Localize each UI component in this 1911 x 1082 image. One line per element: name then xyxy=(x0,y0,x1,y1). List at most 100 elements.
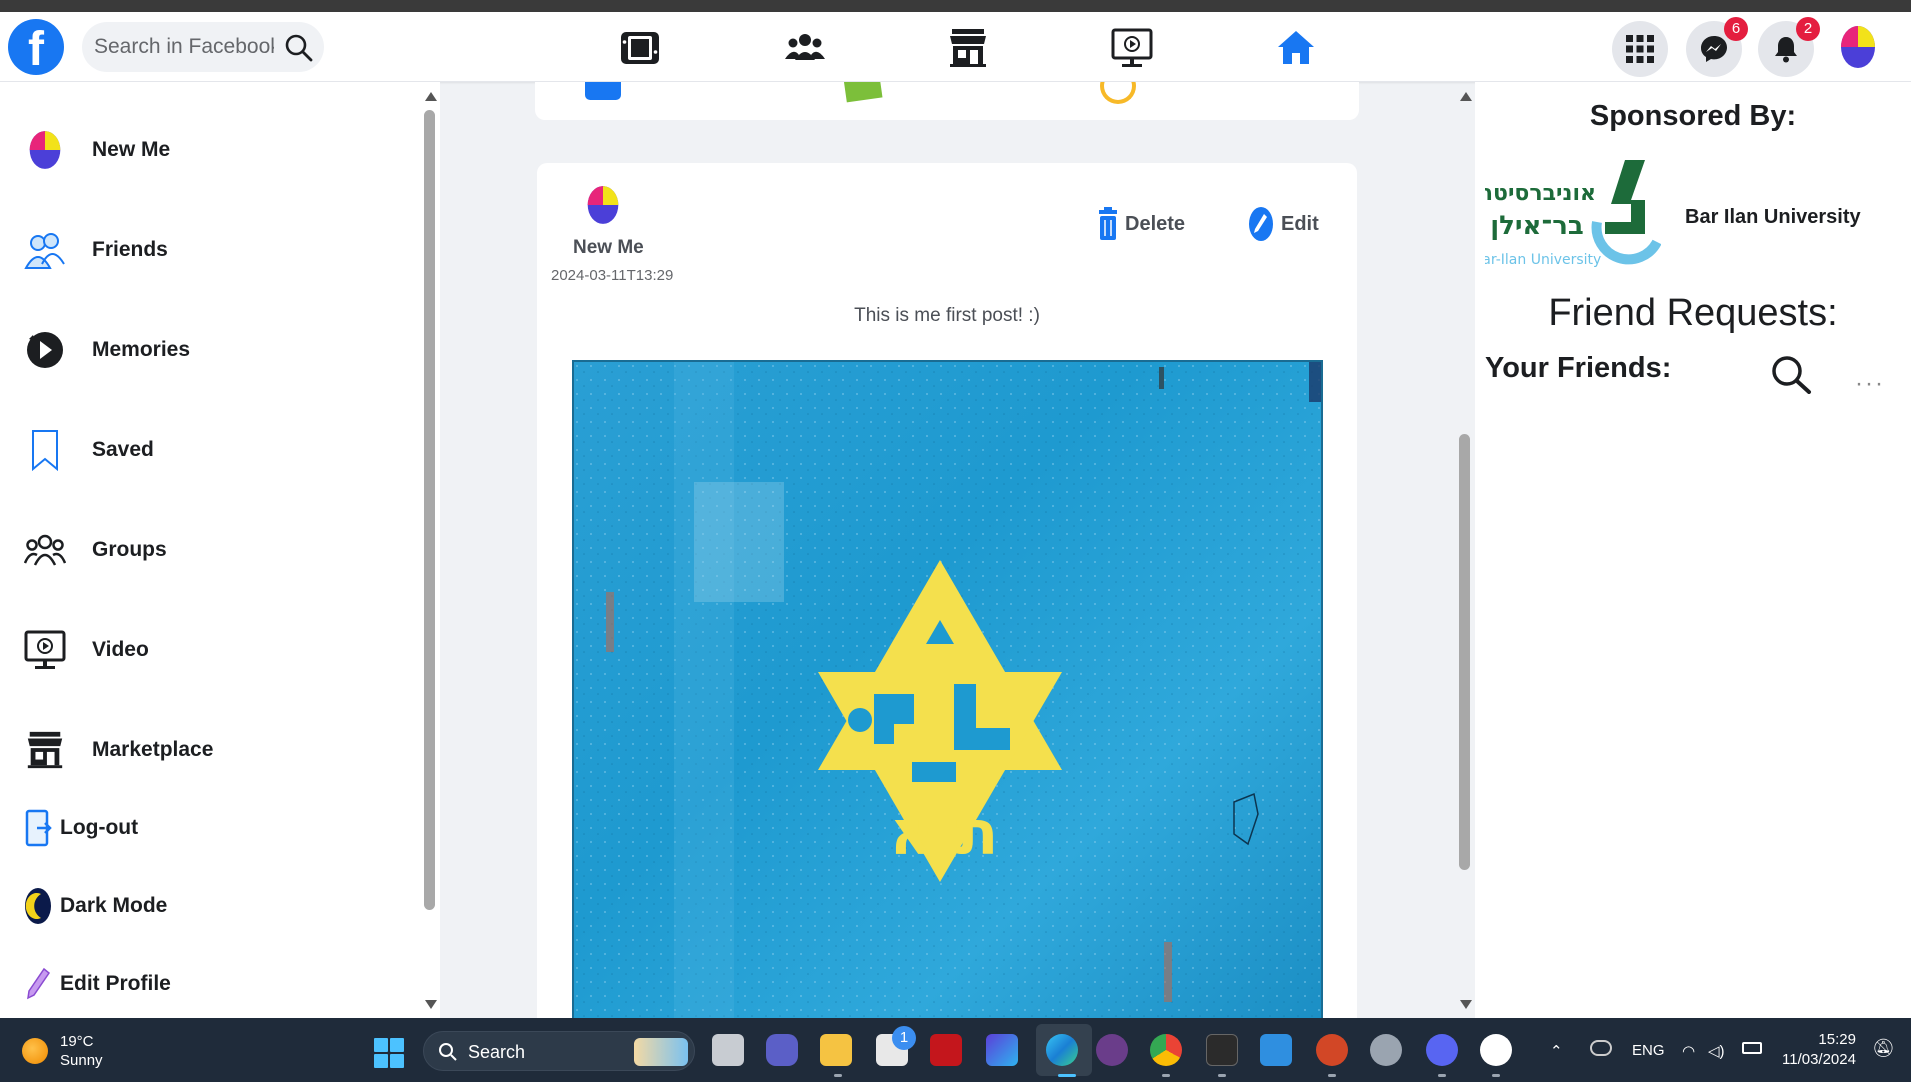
more-options-icon[interactable]: ··· xyxy=(1855,370,1885,398)
logout-icon xyxy=(25,809,52,847)
notification-bell-icon[interactable]: 🔕︎ xyxy=(1872,1038,1895,1059)
sponsor-name[interactable]: Bar Ilan University xyxy=(1685,206,1861,229)
running-indicator xyxy=(1218,1074,1226,1077)
video-icon xyxy=(24,630,66,669)
edit-pencil-icon xyxy=(1249,207,1273,241)
sponsored-title: Sponsored By: xyxy=(1589,100,1797,132)
sun-icon xyxy=(22,1038,48,1064)
friends-search-icon[interactable] xyxy=(1769,354,1813,394)
scroll-up-arrow-icon[interactable] xyxy=(425,92,437,101)
scroll-down-arrow-icon[interactable] xyxy=(425,1000,437,1009)
menu-button[interactable] xyxy=(1612,21,1668,77)
bar-ilan-logo: אוניברסיטת בר־אילן Bar-Ilan University xyxy=(1473,160,1662,268)
sidebar-item-label: New Me xyxy=(92,138,171,161)
edge-icon[interactable] xyxy=(1046,1034,1078,1066)
volume-icon[interactable]: ◁) xyxy=(1708,1042,1725,1060)
search-highlight-image xyxy=(634,1038,688,1066)
sidebar-scrollbar[interactable] xyxy=(420,82,440,1018)
sidebar-item-logout[interactable]: Log-out xyxy=(20,798,138,858)
post-author-name[interactable]: New Me xyxy=(573,237,644,259)
feed-scroll-down-arrow-icon[interactable] xyxy=(1460,1000,1472,1009)
sidebar-item-edit-profile[interactable]: Edit Profile xyxy=(20,954,171,1014)
post-text: This is me first post! :) xyxy=(854,305,1040,326)
bell-icon xyxy=(1775,37,1797,63)
sponsor-logo[interactable]: אוניברסיטת בר־אילן Bar-Ilan University xyxy=(1473,152,1662,276)
settings-gear-icon[interactable] xyxy=(1370,1034,1402,1066)
cloud-offline-icon[interactable] xyxy=(1590,1040,1612,1056)
notifications-button[interactable]: 2 xyxy=(1758,17,1820,77)
copilot-icon[interactable] xyxy=(986,1034,1018,1066)
svg-text:Bar-Ilan University: Bar-Ilan University xyxy=(1485,252,1601,268)
running-indicator xyxy=(1438,1074,1446,1077)
sidebar-item-label: Friends xyxy=(92,238,168,261)
delete-button[interactable]: Delete xyxy=(1097,205,1185,243)
sidebar-item-saved[interactable]: Saved xyxy=(20,420,154,480)
your-friends-title: Your Friends: xyxy=(1485,352,1672,384)
weather-widget[interactable]: 19°C Sunny xyxy=(22,1032,103,1070)
profile-avatar[interactable] xyxy=(1838,22,1878,72)
sidebar-item-profile[interactable]: New Me xyxy=(20,120,170,180)
user-avatar xyxy=(29,131,61,169)
post-image[interactable]: ת א xyxy=(572,360,1323,1023)
sidebar-item-dark-mode[interactable]: Dark Mode xyxy=(20,876,167,936)
temperature: 19°C xyxy=(60,1033,94,1050)
store-badge: 1 xyxy=(892,1026,916,1050)
svg-text:אוניברסיטת: אוניברסיטת xyxy=(1485,181,1596,206)
sidebar-item-label: Video xyxy=(92,638,149,661)
groups-nav-icon[interactable] xyxy=(783,26,827,70)
battery-icon[interactable] xyxy=(1742,1042,1762,1054)
discord-icon[interactable] xyxy=(1426,1034,1458,1066)
grid-menu-icon xyxy=(1626,35,1654,63)
messenger-button[interactable]: 6 xyxy=(1686,17,1748,77)
taskbar-search-label: Search xyxy=(468,1042,526,1062)
sidebar-item-label: Groups xyxy=(92,538,167,561)
notifications-badge: 2 xyxy=(1796,17,1820,41)
post-author-avatar[interactable] xyxy=(585,181,621,229)
language-indicator[interactable]: ENG xyxy=(1632,1042,1665,1059)
terminal-icon[interactable] xyxy=(1206,1034,1238,1066)
marketplace-nav-icon[interactable] xyxy=(946,26,990,70)
left-sidebar: New Me Friends Memories Saved Groups Vid… xyxy=(0,82,420,1018)
app-icon-purple[interactable] xyxy=(1096,1034,1128,1066)
taskbar-search[interactable]: Search xyxy=(423,1031,695,1071)
wifi-icon[interactable]: ◠ xyxy=(1682,1042,1695,1060)
pencil-icon xyxy=(27,967,51,1000)
sidebar-item-friends[interactable]: Friends xyxy=(20,220,168,280)
maccabi-star-image: ת א xyxy=(574,362,1321,1023)
home-nav-icon[interactable] xyxy=(1274,26,1318,70)
clock-date: 11/03/2024 xyxy=(1782,1051,1856,1068)
sidebar-item-groups[interactable]: Groups xyxy=(20,520,167,580)
feeling-icon xyxy=(843,82,883,103)
friends-icon xyxy=(24,233,65,269)
start-button[interactable] xyxy=(374,1038,404,1068)
gaming-icon[interactable] xyxy=(618,26,662,70)
watch-nav-icon[interactable] xyxy=(1110,26,1154,70)
search-input[interactable] xyxy=(94,32,274,62)
edit-button[interactable]: Edit xyxy=(1247,205,1319,243)
chrome-icon[interactable] xyxy=(1150,1034,1182,1066)
system-clock[interactable]: 15:29 11/03/2024 xyxy=(1782,1030,1856,1070)
sidebar-item-marketplace[interactable]: Marketplace xyxy=(20,720,213,780)
powerpoint-icon[interactable] xyxy=(1316,1034,1348,1066)
search-icon[interactable] xyxy=(284,33,314,63)
weather-condition: Sunny xyxy=(60,1052,103,1069)
facebook-logo[interactable]: f xyxy=(8,19,64,75)
feed-scroll-up-arrow-icon[interactable] xyxy=(1460,92,1472,101)
sidebar-item-video[interactable]: Video xyxy=(20,620,149,680)
friend-requests-title: Friend Requests: xyxy=(1548,292,1838,334)
show-hidden-icons-chevron-icon[interactable]: ⌃ xyxy=(1550,1042,1563,1060)
feed-scrollbar-thumb[interactable] xyxy=(1459,434,1470,870)
window-top-strip xyxy=(0,0,1911,12)
store-icon xyxy=(27,731,63,769)
file-explorer-icon[interactable] xyxy=(820,1034,852,1066)
scrollbar-thumb[interactable] xyxy=(424,110,435,910)
task-view-icon[interactable] xyxy=(712,1034,744,1066)
sidebar-item-memories[interactable]: Memories xyxy=(20,320,190,380)
mongodb-icon[interactable] xyxy=(1480,1034,1512,1066)
vscode-icon[interactable] xyxy=(1260,1034,1292,1066)
feed-scrollbar[interactable] xyxy=(1455,82,1475,1018)
teams-icon[interactable] xyxy=(766,1034,798,1066)
mcafee-icon[interactable] xyxy=(930,1034,962,1066)
search-box[interactable] xyxy=(82,22,324,72)
store-icon[interactable]: 1 xyxy=(876,1026,916,1066)
